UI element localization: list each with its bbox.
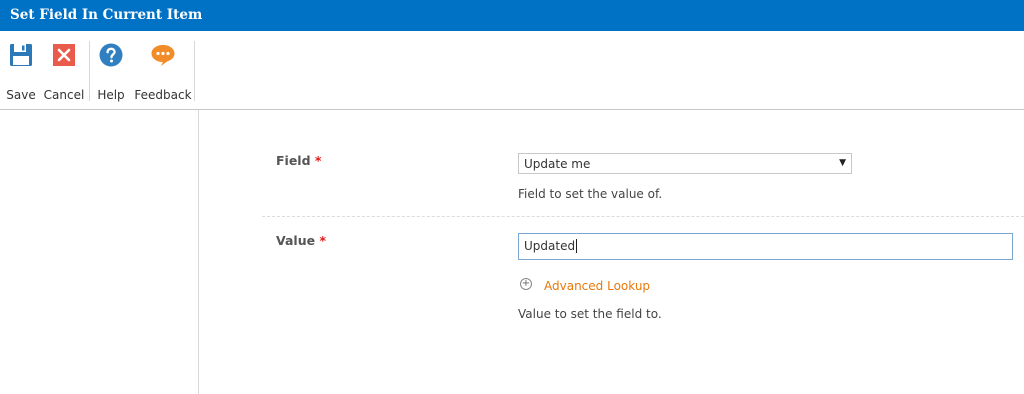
field-select-value: Update me [524,157,591,171]
required-marker: * [314,153,322,168]
section-divider [262,216,1024,217]
ribbon-separator [89,41,90,101]
floppy-disk-icon [10,44,32,66]
value-input-text: Updated [524,239,578,253]
feedback-button[interactable]: Feedback [133,40,193,102]
title-bar: Set Field In Current Item [0,0,1024,31]
close-icon [53,44,75,66]
value-label: Value * [276,233,326,248]
field-description: Field to set the value of. [518,187,663,201]
plus-circle-icon[interactable]: + [520,278,532,290]
advanced-lookup-link[interactable]: Advanced Lookup [544,279,650,293]
save-button[interactable]: Save [4,40,38,102]
help-button[interactable]: Help [95,40,127,102]
field-select[interactable]: Update me ▼ [518,153,852,174]
value-description: Value to set the field to. [518,307,662,321]
field-label: Field * [276,153,321,168]
save-label: Save [6,88,36,102]
text-caret [576,239,578,253]
value-input[interactable]: Updated [518,233,1013,260]
required-marker: * [319,233,326,248]
feedback-icon [151,45,175,66]
value-input-current: Updated [524,239,576,253]
cancel-label: Cancel [43,88,85,102]
left-pane [0,110,199,394]
page-title: Set Field In Current Item [10,7,203,23]
help-icon [99,43,123,67]
feedback-label: Feedback [134,88,192,102]
field-label-text: Field [276,153,311,168]
help-label: Help [97,88,125,102]
cancel-button[interactable]: Cancel [42,40,86,102]
dropdown-arrow-icon: ▼ [839,158,846,168]
ribbon-toolbar: Save Cancel Help Feedback [0,31,1024,110]
ribbon-separator [194,41,195,101]
value-label-text: Value [276,233,316,248]
